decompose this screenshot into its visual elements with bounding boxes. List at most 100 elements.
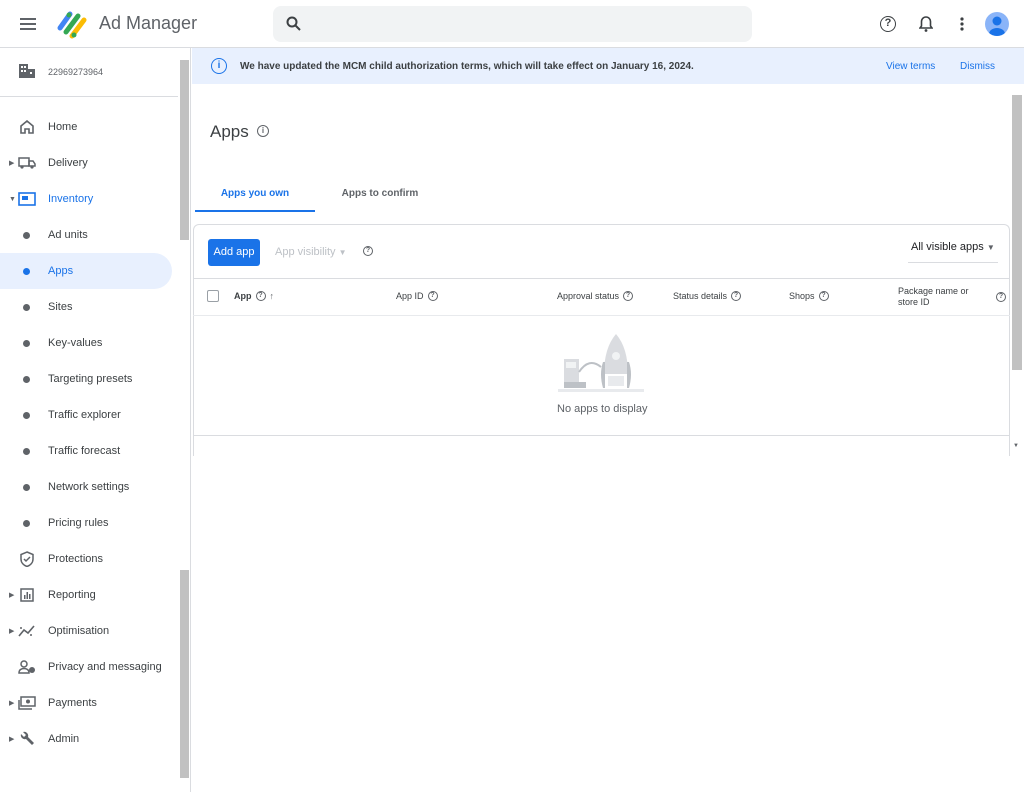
sidebar-item-label: Targeting presets	[48, 373, 133, 385]
menu-icon[interactable]	[16, 12, 40, 36]
help-icon[interactable]: ?	[878, 14, 898, 34]
scroll-down-arrow-icon[interactable]: ▼	[1013, 443, 1019, 449]
search-input[interactable]	[273, 6, 752, 42]
bullet-icon	[23, 483, 30, 491]
bullet-icon	[23, 303, 30, 311]
notification-banner: i We have updated the MCM child authoriz…	[192, 48, 1024, 84]
help-icon[interactable]: ?	[363, 246, 373, 256]
sidebar-item-label: Traffic explorer	[48, 409, 121, 421]
wrench-icon	[18, 730, 36, 748]
bullet-icon	[23, 519, 30, 527]
sidebar-item-admin[interactable]: ▶ Admin	[0, 721, 172, 757]
top-bar: Ad Manager ?	[0, 0, 1024, 48]
column-label: Shops	[789, 291, 815, 301]
tab-label: Apps you own	[220, 188, 290, 199]
info-icon: i	[211, 58, 227, 74]
money-icon	[18, 694, 36, 712]
help-icon[interactable]: ?	[818, 291, 829, 301]
column-package-name[interactable]: Package name or store ID?	[898, 286, 1008, 308]
column-label: Approval status	[557, 291, 620, 301]
sidebar-item-label: Sites	[48, 301, 73, 313]
sidebar-item-sites[interactable]: Sites	[0, 289, 172, 325]
sidebar-item-inventory[interactable]: ▼ Inventory	[0, 181, 172, 217]
sidebar-item-label: Inventory	[48, 193, 94, 205]
sidebar-item-label: Ad units	[48, 229, 88, 241]
help-icon[interactable]: ?	[731, 291, 742, 301]
select-all-checkbox[interactable]	[207, 290, 219, 302]
column-label: App	[234, 291, 252, 301]
app-name: Ad Manager	[99, 13, 198, 33]
view-terms-link[interactable]: View terms	[886, 61, 935, 72]
empty-state-message: No apps to display	[557, 403, 648, 415]
sidebar-item-traffic-forecast[interactable]: Traffic forecast	[0, 433, 172, 469]
help-icon[interactable]: ?	[255, 291, 266, 301]
caret-right-icon[interactable]: ▶	[9, 735, 14, 743]
dropdown-value: All visible apps	[911, 241, 984, 253]
sidebar-item-label: Delivery	[48, 157, 88, 169]
help-icon[interactable]: ?	[996, 292, 1006, 302]
sidebar-item-network-settings[interactable]: Network settings	[0, 469, 172, 505]
tab-apps-to-confirm[interactable]: Apps to confirm	[320, 176, 440, 212]
caret-down-icon[interactable]: ▼	[9, 196, 16, 203]
ad-manager-logo	[56, 8, 90, 40]
column-status-details[interactable]: Status details?	[673, 291, 742, 301]
sidebar-item-key-values[interactable]: Key-values	[0, 325, 172, 361]
sidebar-item-privacy-and-messaging[interactable]: Privacy and messaging	[0, 649, 172, 685]
sidebar-item-protections[interactable]: Protections	[0, 541, 172, 577]
column-label: App ID	[396, 291, 424, 301]
more-vert-icon[interactable]	[952, 14, 972, 34]
sidebar-item-delivery[interactable]: ▶ Delivery	[0, 145, 172, 181]
sidebar-scrollbar-lower[interactable]	[180, 570, 189, 778]
bullet-icon	[23, 267, 30, 275]
sidebar-item-payments[interactable]: ▶ Payments	[0, 685, 172, 721]
sidebar-item-apps[interactable]: Apps	[0, 253, 172, 289]
help-icon[interactable]: ?	[427, 291, 438, 301]
trend-icon	[18, 622, 36, 640]
bullet-icon	[23, 375, 30, 383]
column-approval-status[interactable]: Approval status?	[557, 291, 634, 301]
column-app[interactable]: App? ↑	[234, 291, 274, 301]
building-icon	[19, 64, 35, 83]
sidebar-item-traffic-explorer[interactable]: Traffic explorer	[0, 397, 172, 433]
dismiss-button[interactable]: Dismiss	[960, 61, 995, 72]
divider	[0, 96, 178, 97]
bullet-icon	[23, 339, 30, 347]
app-visibility-dropdown[interactable]: App visibility ▼	[275, 246, 347, 258]
sidebar: 22969273964 Home ▶ Delivery ▼ Inventory Ad un…	[0, 48, 190, 792]
bullet-icon	[23, 411, 30, 419]
caret-right-icon[interactable]: ▶	[9, 159, 14, 167]
network-id[interactable]: 22969273964	[48, 67, 103, 77]
sidebar-item-label: Network settings	[48, 481, 130, 493]
caret-right-icon[interactable]: ▶	[9, 591, 14, 599]
shield-icon	[18, 550, 36, 568]
sidebar-item-label: Apps	[48, 265, 74, 277]
sidebar-item-label: Traffic forecast	[48, 445, 121, 457]
main-scrollbar[interactable]	[1012, 95, 1022, 370]
info-icon[interactable]: i	[257, 125, 269, 137]
sidebar-item-optimisation[interactable]: ▶ Optimisation	[0, 613, 172, 649]
divider	[193, 315, 1010, 316]
sidebar-item-label: Payments	[48, 697, 97, 709]
sidebar-item-pricing-rules[interactable]: Pricing rules	[0, 505, 172, 541]
dropdown-label: App visibility	[275, 246, 336, 258]
sidebar-item-label: Privacy and messaging	[48, 661, 162, 673]
sidebar-scrollbar[interactable]	[180, 60, 189, 240]
bell-icon[interactable]	[916, 14, 936, 34]
add-app-button[interactable]: Add app	[208, 239, 260, 266]
visibility-filter-dropdown[interactable]: All visible apps ▼	[908, 241, 998, 263]
sidebar-item-targeting-presets[interactable]: Targeting presets	[0, 361, 172, 397]
inventory-icon	[18, 190, 36, 208]
column-shops[interactable]: Shops?	[789, 291, 829, 301]
sidebar-item-label: Home	[48, 121, 78, 133]
tab-apps-you-own[interactable]: Apps you own	[195, 176, 315, 212]
sidebar-item-reporting[interactable]: ▶ Reporting	[0, 577, 172, 613]
caret-right-icon[interactable]: ▶	[9, 699, 14, 707]
avatar[interactable]	[985, 12, 1009, 36]
help-icon[interactable]: ?	[623, 291, 634, 301]
column-app-id[interactable]: App ID?	[396, 291, 438, 301]
rocket-illustration	[556, 332, 646, 399]
sidebar-item-home[interactable]: Home	[0, 109, 172, 145]
sidebar-item-label: Key-values	[48, 337, 103, 349]
sidebar-item-ad-units[interactable]: Ad units	[0, 217, 172, 253]
caret-right-icon[interactable]: ▶	[9, 627, 14, 635]
